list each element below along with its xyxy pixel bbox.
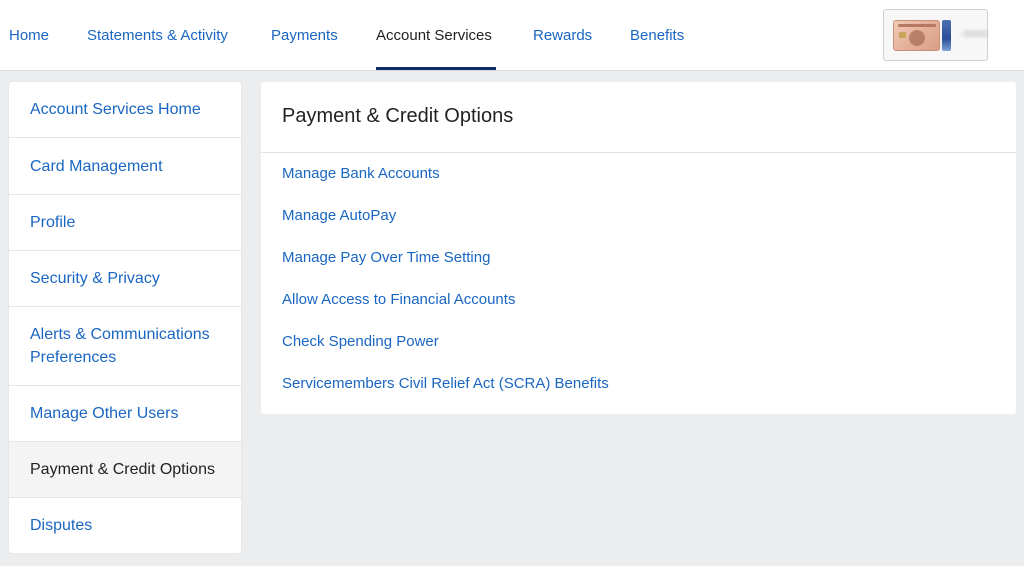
- card-stack-icon: [942, 20, 951, 51]
- manage-bank-accounts-link[interactable]: Manage Bank Accounts: [282, 165, 440, 182]
- tab-label: Benefits: [630, 26, 685, 44]
- sidebar-item-label: Disputes: [30, 517, 93, 534]
- sidebar-item-account-services-home[interactable]: Account Services Home: [9, 82, 241, 138]
- page-title: Payment & Credit Options: [282, 105, 514, 127]
- credit-card-image: [893, 20, 940, 51]
- tab-home[interactable]: Home: [9, 0, 49, 70]
- sidebar-item-label: Card Management: [30, 157, 163, 175]
- sidebar-item-label: Manage Other Users: [30, 405, 179, 422]
- manage-autopay-link[interactable]: Manage AutoPay: [282, 207, 396, 224]
- tab-account-services[interactable]: Account Services: [376, 0, 496, 70]
- manage-pay-over-time-link[interactable]: Manage Pay Over Time Setting: [282, 249, 490, 266]
- tab-label: Rewards: [533, 26, 593, 44]
- divider: [261, 152, 1016, 153]
- tab-label: Statements & Activity: [87, 26, 228, 44]
- tab-statements-activity[interactable]: Statements & Activity: [87, 0, 228, 70]
- sidebar-item-label: Security & Privacy: [30, 270, 160, 287]
- tab-label: Account Services: [376, 26, 492, 44]
- sidebar-item-label: Alerts & Communications Preferences: [30, 326, 210, 366]
- tab-benefits[interactable]: Benefits: [630, 0, 684, 70]
- scra-benefits-link[interactable]: Servicemembers Civil Relief Act (SCRA) B…: [282, 375, 609, 392]
- sidebar-item-security-privacy[interactable]: Security & Privacy: [9, 251, 241, 307]
- sidebar-item-label: Payment & Credit Options: [30, 461, 215, 478]
- tab-label: Payments: [271, 26, 338, 44]
- card-last-digits: -0000: [960, 29, 989, 39]
- top-navigation: Home Statements & Activity Payments Acco…: [0, 0, 1024, 71]
- tab-rewards[interactable]: Rewards: [533, 0, 592, 70]
- account-services-sidebar: Account Services Home Card Management Pr…: [9, 82, 241, 553]
- sidebar-item-label: Profile: [30, 214, 76, 231]
- check-spending-power-link[interactable]: Check Spending Power: [282, 333, 439, 350]
- sidebar-item-disputes[interactable]: Disputes: [9, 498, 241, 553]
- sidebar-item-label: Account Services Home: [30, 101, 201, 118]
- tab-payments[interactable]: Payments: [271, 0, 338, 70]
- payment-credit-options-panel: Payment & Credit Options Manage Bank Acc…: [261, 82, 1016, 414]
- tab-label: Home: [9, 26, 50, 44]
- allow-access-financial-accounts-link[interactable]: Allow Access to Financial Accounts: [282, 291, 515, 308]
- sidebar-item-manage-other-users[interactable]: Manage Other Users: [9, 386, 241, 442]
- sidebar-item-alerts-communications[interactable]: Alerts & Communications Preferences: [9, 307, 241, 386]
- active-tab-indicator: [376, 67, 496, 70]
- card-switcher-button[interactable]: -0000: [883, 9, 988, 61]
- sidebar-item-payment-credit-options[interactable]: Payment & Credit Options: [9, 442, 241, 498]
- sidebar-item-card-management[interactable]: Card Management: [9, 138, 241, 195]
- sidebar-item-profile[interactable]: Profile: [9, 195, 241, 251]
